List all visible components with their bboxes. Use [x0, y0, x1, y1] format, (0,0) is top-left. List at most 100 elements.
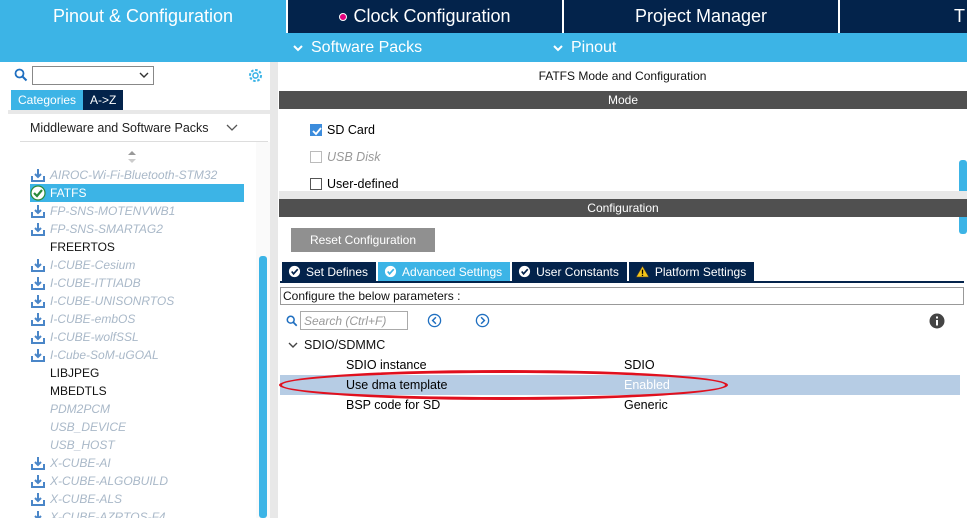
download-icon [31, 475, 45, 488]
panel-divider[interactable] [270, 62, 278, 518]
list-item-label: PDM2PCM [50, 402, 111, 416]
download-icon [34, 511, 42, 518]
tab-project-manager[interactable]: Project Manager [564, 0, 838, 33]
panel-title: FATFS Mode and Configuration [538, 69, 707, 83]
info-icon[interactable] [929, 313, 945, 329]
group-title: Middleware and Software Packs [30, 120, 209, 135]
list-item[interactable]: X-CUBE-ALS [30, 490, 244, 508]
list-item[interactable]: FP-SNS-MOTENVWB1 [30, 202, 244, 220]
tab-platform-settings[interactable]: Platform Settings [628, 262, 755, 281]
table-row[interactable]: BSP code for SD Generic [280, 395, 960, 415]
chevron-right-icon[interactable] [475, 313, 490, 328]
configure-prompt: Configure the below parameters : [280, 287, 964, 305]
tab-label: Clock Configuration [353, 6, 511, 26]
checkbox-label: USB Disk [327, 150, 381, 164]
gear-icon[interactable] [247, 67, 264, 84]
list-item[interactable]: AIROC-Wi-Fi-Bluetooth-STM32 [30, 166, 244, 184]
mode-options: SD Card USB Disk User-defined [279, 109, 967, 234]
list-item-label: X-CUBE-AZRTOS-F4 [50, 510, 166, 518]
list-item-label: MBEDTLS [50, 384, 107, 398]
list-item-fatfs[interactable]: FATFS [30, 184, 244, 202]
search-icon [286, 315, 298, 327]
tab-set-defines[interactable]: Set Defines [282, 262, 377, 281]
list-item-label: I-CUBE-wolfSSL [50, 330, 139, 344]
list-item[interactable]: I-CUBE-ITTIADB [30, 274, 244, 292]
list-item-label: USB_DEVICE [50, 420, 127, 434]
chevron-down-icon [226, 124, 238, 131]
list-item-label: I-CUBE-UNISONRTOS [50, 294, 175, 308]
chevron-down-icon [288, 342, 298, 348]
list-item[interactable]: MBEDTLS [30, 382, 244, 400]
check-circle-icon [30, 185, 46, 201]
list-item-label: I-CUBE-Cesium [50, 258, 136, 272]
list-item[interactable]: I-CUBE-wolfSSL [30, 328, 244, 346]
splitter[interactable] [279, 191, 967, 199]
chevron-down-icon [553, 44, 563, 51]
list-item-label: I-CUBE-ITTIADB [50, 276, 141, 290]
download-icon [31, 169, 45, 182]
parameter-search-input[interactable]: Search (Ctrl+F) [300, 311, 408, 330]
list-item[interactable]: FREERTOS [30, 238, 244, 256]
list-item[interactable]: FP-SNS-SMARTAG2 [30, 220, 244, 238]
list-item[interactable]: I-CUBE-UNISONRTOS [30, 292, 244, 310]
list-item[interactable]: LIBJPEG [30, 364, 244, 382]
check-icon [312, 127, 322, 136]
check-circle-icon [384, 265, 397, 278]
param-name: SDIO instance [346, 358, 427, 372]
config-tabs: Set Defines Advanced Settings User Const… [282, 262, 756, 281]
user-defined-checkbox[interactable]: User-defined [310, 177, 399, 191]
tab-categories[interactable]: Categories [11, 90, 84, 110]
search-combo[interactable] [32, 66, 154, 85]
tab-pinout-configuration[interactable]: Pinout & Configuration [0, 0, 286, 33]
list-item-label: X-CUBE-ALS [50, 492, 123, 506]
tab-tools[interactable]: T [840, 0, 967, 33]
tab-label: User Constants [536, 264, 619, 279]
tab-user-constants[interactable]: User Constants [512, 262, 627, 281]
param-value: SDIO [624, 358, 655, 372]
checkbox-label: SD Card [327, 123, 375, 137]
tab-label: T [954, 6, 965, 26]
list-item-label: FP-SNS-SMARTAG2 [50, 222, 163, 236]
param-value: Generic [624, 398, 668, 412]
list-item[interactable]: PDM2PCM [30, 400, 244, 418]
software-packs-label: Software Packs [311, 38, 423, 56]
tab-label: Project Manager [634, 6, 768, 26]
highlight-annotation [279, 370, 728, 400]
list-item-label: I-Cube-SoM-uGOAL [50, 348, 159, 362]
pinout-menu[interactable]: Pinout [553, 33, 616, 62]
download-icon [31, 313, 45, 326]
list-item-label: FREERTOS [50, 240, 115, 254]
list-item[interactable]: X-CUBE-AI [30, 454, 244, 472]
usb-disk-checkbox[interactable]: USB Disk [310, 150, 380, 164]
mode-header: Mode [279, 91, 967, 109]
download-icon [31, 349, 45, 362]
list-item[interactable]: I-CUBE-Cesium [30, 256, 244, 274]
list-item-label: X-CUBE-ALGOBUILD [50, 474, 169, 488]
parameter-group-sdio[interactable]: SDIO/SDMMC [288, 338, 385, 352]
list-item[interactable]: I-Cube-SoM-uGOAL [30, 346, 244, 364]
tab-advanced-settings[interactable]: Advanced Settings [378, 262, 511, 281]
check-circle-icon [288, 265, 301, 278]
software-packs-menu[interactable]: Software Packs [293, 33, 422, 62]
list-item[interactable]: USB_DEVICE [30, 418, 244, 436]
sd-card-checkbox[interactable]: SD Card [310, 123, 375, 137]
list-item-label: FATFS [50, 186, 87, 200]
category-search-row [0, 62, 271, 90]
download-icon [31, 277, 45, 290]
left-scrollbar-thumb[interactable] [259, 256, 267, 518]
middleware-tree: AIROC-Wi-Fi-Bluetooth-STM32 FATFS FP-SNS… [30, 166, 244, 518]
reset-configuration-button[interactable]: Reset Configuration [291, 228, 435, 252]
list-item[interactable]: I-CUBE-embOS [30, 310, 244, 328]
list-item[interactable]: X-CUBE-AZRTOS-F4 [30, 508, 244, 518]
search-icon[interactable] [14, 68, 28, 82]
tab-clock-configuration[interactable]: Clock Configuration [288, 0, 562, 33]
chevron-left-icon[interactable] [427, 313, 442, 328]
status-dot-icon [339, 12, 348, 21]
list-item[interactable]: USB_HOST [30, 436, 244, 454]
checkbox-label: User-defined [327, 177, 399, 191]
tab-a-z[interactable]: A->Z [83, 90, 124, 110]
sort-icon[interactable] [127, 150, 137, 164]
checkbox-box [310, 151, 322, 163]
middleware-group-header[interactable]: Middleware and Software Packs [20, 114, 268, 142]
list-item[interactable]: X-CUBE-ALGOBUILD [30, 472, 244, 490]
